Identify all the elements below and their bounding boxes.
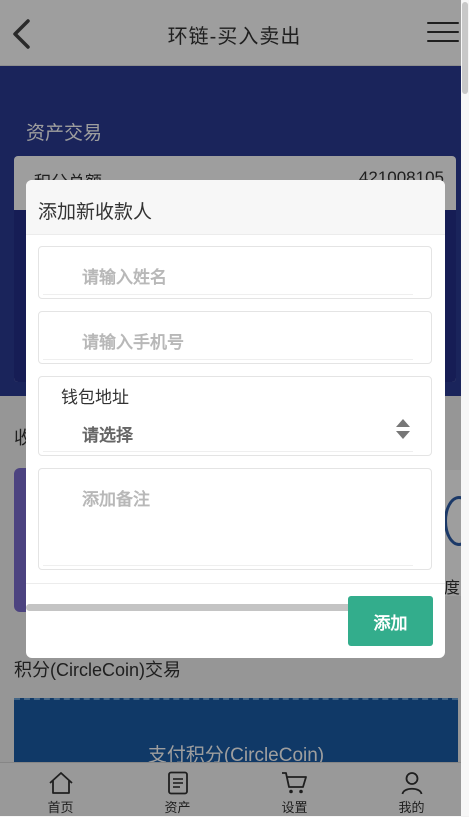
name-placeholder: 请输入姓名 — [82, 268, 167, 287]
phone-input[interactable]: 请输入手机号 — [38, 311, 432, 364]
note-placeholder: 添加备注 — [82, 490, 150, 509]
scrollbar-thumb[interactable] — [462, 2, 468, 94]
add-button[interactable]: 添加 — [348, 596, 433, 646]
horizontal-scrollbar[interactable] — [26, 604, 368, 611]
page-scrollbar[interactable] — [461, 0, 469, 816]
select-arrows-icon — [396, 419, 410, 439]
add-payee-modal: 添加新收款人 请输入姓名 请输入手机号 钱包地址 请选择 添加备注 添加 — [26, 180, 445, 658]
note-textarea[interactable]: 添加备注 — [38, 468, 432, 570]
wallet-select-value: 请选择 — [82, 426, 133, 445]
phone-placeholder: 请输入手机号 — [82, 333, 184, 352]
wallet-address-select[interactable]: 钱包地址 请选择 — [38, 376, 432, 456]
modal-divider — [26, 583, 445, 584]
modal-header: 添加新收款人 — [26, 180, 445, 235]
modal-title: 添加新收款人 — [38, 202, 153, 223]
name-input[interactable]: 请输入姓名 — [38, 246, 432, 299]
wallet-address-label: 钱包地址 — [61, 388, 129, 407]
